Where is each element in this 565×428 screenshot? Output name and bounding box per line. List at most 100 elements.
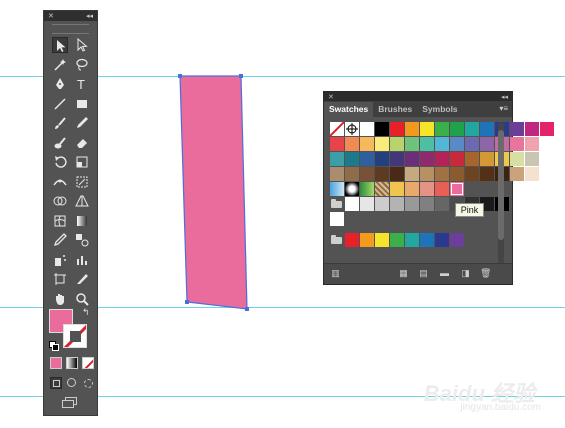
color-swatch[interactable] bbox=[480, 167, 494, 181]
color-swatch[interactable] bbox=[420, 122, 434, 136]
slice-tool-icon[interactable] bbox=[74, 271, 90, 287]
color-swatch[interactable] bbox=[390, 152, 404, 166]
eyedropper-tool-icon[interactable] bbox=[52, 232, 68, 248]
color-swatch[interactable] bbox=[360, 152, 374, 166]
color-swatch[interactable] bbox=[435, 182, 449, 196]
draw-behind-icon[interactable] bbox=[66, 377, 78, 389]
scale-tool-icon[interactable] bbox=[74, 154, 90, 170]
color-swatch[interactable] bbox=[450, 233, 464, 247]
color-swatch[interactable] bbox=[405, 152, 419, 166]
color-mode-icon[interactable] bbox=[50, 357, 62, 369]
color-swatch[interactable] bbox=[435, 122, 449, 136]
color-swatch[interactable] bbox=[405, 233, 419, 247]
swatch-pink-selected[interactable] bbox=[450, 182, 464, 196]
color-swatch[interactable] bbox=[375, 182, 389, 196]
color-swatch[interactable] bbox=[375, 122, 389, 136]
swatch-options-icon[interactable]: ▤ bbox=[418, 268, 429, 279]
color-swatch[interactable] bbox=[420, 167, 434, 181]
color-swatch[interactable] bbox=[540, 122, 554, 136]
color-swatch[interactable] bbox=[480, 137, 494, 151]
close-icon[interactable]: ✕ bbox=[328, 93, 334, 101]
color-swatch[interactable] bbox=[405, 122, 419, 136]
color-swatch[interactable] bbox=[330, 167, 344, 181]
pen-tool-icon[interactable] bbox=[52, 76, 68, 92]
tab-swatches[interactable]: Swatches bbox=[324, 102, 374, 117]
blob-brush-tool-icon[interactable] bbox=[52, 135, 68, 151]
none-mode-icon[interactable] bbox=[82, 357, 94, 369]
white-swatch[interactable] bbox=[330, 212, 344, 226]
color-swatch[interactable] bbox=[345, 137, 359, 151]
color-swatch[interactable] bbox=[450, 167, 464, 181]
color-swatch[interactable] bbox=[420, 137, 434, 151]
collapse-icon[interactable]: ◂◂ bbox=[86, 12, 93, 20]
direct-selection-tool-icon[interactable] bbox=[74, 37, 90, 53]
color-swatch[interactable] bbox=[525, 167, 539, 181]
gray-swatch[interactable] bbox=[405, 197, 419, 211]
color-swatch[interactable] bbox=[390, 137, 404, 151]
color-swatch[interactable] bbox=[360, 233, 374, 247]
eraser-tool-icon[interactable] bbox=[74, 135, 90, 151]
tab-symbols[interactable]: Symbols bbox=[417, 102, 462, 117]
color-swatch[interactable] bbox=[360, 167, 374, 181]
color-swatch[interactable] bbox=[435, 233, 449, 247]
paintbrush-tool-icon[interactable] bbox=[52, 115, 68, 131]
color-swatch[interactable] bbox=[435, 137, 449, 151]
color-swatch[interactable] bbox=[450, 152, 464, 166]
color-swatch[interactable] bbox=[450, 122, 464, 136]
artboard-tool-icon[interactable] bbox=[52, 271, 68, 287]
column-graph-tool-icon[interactable] bbox=[74, 252, 90, 268]
draw-normal-icon[interactable] bbox=[50, 377, 62, 389]
swap-fill-stroke-icon[interactable]: ↰ bbox=[82, 307, 90, 318]
lasso-tool-icon[interactable] bbox=[74, 57, 90, 73]
color-swatch[interactable] bbox=[480, 122, 494, 136]
shape-builder-tool-icon[interactable] bbox=[52, 193, 68, 209]
color-swatch[interactable] bbox=[525, 152, 539, 166]
color-group-folder-icon[interactable] bbox=[331, 235, 342, 244]
color-swatch[interactable] bbox=[330, 152, 344, 166]
delete-swatch-icon[interactable]: 🗑 bbox=[480, 268, 491, 279]
zoom-tool-icon[interactable] bbox=[74, 291, 90, 307]
color-swatch[interactable] bbox=[390, 182, 404, 196]
tab-brushes[interactable]: Brushes bbox=[373, 102, 417, 117]
color-group-folder-icon[interactable] bbox=[331, 199, 342, 208]
color-swatch[interactable] bbox=[345, 182, 359, 196]
gray-swatch[interactable] bbox=[390, 197, 404, 211]
selection-tool-icon[interactable] bbox=[52, 37, 68, 53]
close-icon[interactable]: ✕ bbox=[48, 12, 54, 20]
magic-wand-tool-icon[interactable] bbox=[52, 57, 68, 73]
color-swatch[interactable] bbox=[420, 182, 434, 196]
collapse-icon[interactable]: ◂◂ bbox=[501, 93, 508, 101]
color-swatch[interactable] bbox=[330, 182, 344, 196]
width-tool-icon[interactable] bbox=[52, 174, 68, 190]
color-swatch[interactable] bbox=[390, 167, 404, 181]
color-swatch[interactable] bbox=[360, 182, 374, 196]
color-swatch[interactable] bbox=[345, 167, 359, 181]
color-swatch[interactable] bbox=[510, 152, 524, 166]
color-swatch[interactable] bbox=[480, 152, 494, 166]
gradient-tool-icon[interactable] bbox=[74, 213, 90, 229]
color-swatch[interactable] bbox=[510, 167, 524, 181]
rectangle-tool-icon[interactable] bbox=[74, 96, 90, 112]
color-swatch[interactable] bbox=[435, 152, 449, 166]
gray-swatch[interactable] bbox=[345, 197, 359, 211]
color-swatch[interactable] bbox=[435, 167, 449, 181]
hand-tool-icon[interactable] bbox=[52, 291, 68, 307]
color-swatch[interactable] bbox=[375, 167, 389, 181]
default-fill-stroke-icon[interactable] bbox=[49, 341, 59, 351]
color-swatch[interactable] bbox=[420, 233, 434, 247]
panel-grip[interactable] bbox=[52, 24, 89, 34]
color-swatch[interactable] bbox=[390, 122, 404, 136]
mesh-tool-icon[interactable] bbox=[52, 213, 68, 229]
color-swatch[interactable] bbox=[510, 137, 524, 151]
stroke-swatch[interactable] bbox=[63, 324, 87, 348]
gray-swatch[interactable] bbox=[435, 197, 449, 211]
blend-tool-icon[interactable] bbox=[74, 232, 90, 248]
new-swatch-icon[interactable]: ◨ bbox=[460, 268, 471, 279]
color-swatch[interactable] bbox=[345, 122, 359, 136]
rotate-tool-icon[interactable] bbox=[52, 154, 68, 170]
change-screen-mode-icon[interactable] bbox=[62, 397, 80, 409]
color-swatch[interactable] bbox=[360, 122, 374, 136]
swatch-libraries-icon[interactable]: ▥ bbox=[330, 268, 341, 279]
draw-inside-icon[interactable] bbox=[82, 377, 94, 389]
color-swatch[interactable] bbox=[525, 137, 539, 151]
